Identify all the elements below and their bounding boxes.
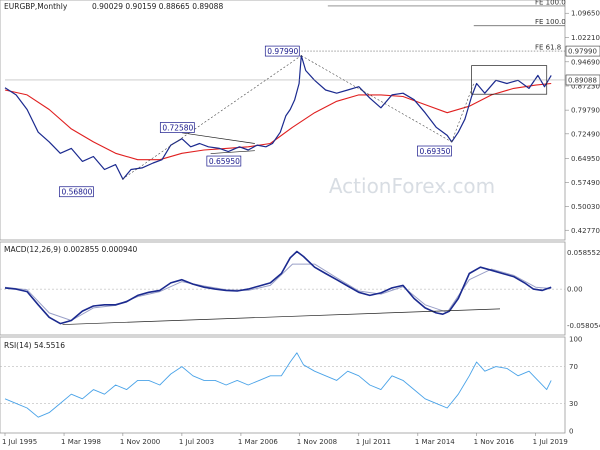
swing-label: 0.97990: [267, 47, 298, 56]
x-tick-label: 1 Jul 1995: [2, 438, 37, 446]
rsi-ytick-label: 70: [569, 363, 578, 371]
swing-label: 0.69350: [419, 147, 450, 156]
price-ytick-label: 0.50030: [571, 203, 600, 211]
x-tick-label: 1 Mar 2006: [238, 438, 278, 446]
price-ytick-label: 1.02210: [571, 34, 600, 42]
fib-label: FE 100.0: [535, 18, 566, 26]
x-tick-label: 1 Mar 2014: [415, 438, 455, 446]
x-tick-label: 1 Jul 2011: [356, 438, 391, 446]
x-tick-label: 1 Nov 2008: [297, 438, 337, 446]
fib-label: FE 100.0: [535, 0, 566, 6]
macd-title: MACD(12,26,9) 0.002855 0.000940: [4, 245, 138, 254]
rsi-ytick-label: 30: [569, 400, 578, 408]
rsi-ytick-label: 100: [569, 336, 582, 344]
swing-label: 0.56800: [61, 188, 92, 197]
watermark: ActionForex.com: [329, 174, 495, 198]
price-ytick-label: 0.42770: [571, 227, 600, 235]
x-tick-label: 1 Nov 2016: [474, 438, 515, 446]
price-ytick-label: 1.09650: [571, 10, 600, 18]
swing-label: 0.72580: [162, 124, 193, 133]
price-title: EURGBP,Monthly: [4, 2, 68, 11]
chart-svg: ActionForex.com FE 100.0 FE 100.0 FE 61.8 0…: [0, 0, 600, 450]
price-ytick-label: 0.72490: [571, 130, 600, 138]
x-tick-label: 1 Jul 2003: [179, 438, 214, 446]
rsi-title: RSI(14) 54.5516: [4, 341, 65, 350]
price-ytick-label: 0.57490: [571, 179, 600, 187]
x-tick-label: 1 Mar 1998: [61, 438, 101, 446]
price-ytick-label: 0.94690: [571, 58, 600, 66]
fib-tag-label: 0.97990: [568, 48, 597, 56]
macd-ytick-label: 0.058552: [567, 249, 600, 257]
x-tick-label: 1 Jul 2019: [533, 438, 568, 446]
current-price-label: 0.89088: [568, 76, 597, 84]
rsi-ytick-label: 0: [569, 428, 573, 436]
macd-ytick-label: -0.058054: [567, 322, 600, 330]
price-ytick-label: 0.79790: [571, 107, 600, 115]
fib-label: FE 61.8: [535, 44, 561, 52]
price-ohlc: 0.90029 0.90159 0.88665 0.89088: [92, 2, 223, 11]
x-tick-label: 1 Nov 2000: [120, 438, 160, 446]
price-ytick-label: 0.64950: [571, 155, 600, 163]
swing-label: 0.65950: [209, 157, 240, 166]
macd-ytick-label: 0.00: [567, 286, 583, 294]
